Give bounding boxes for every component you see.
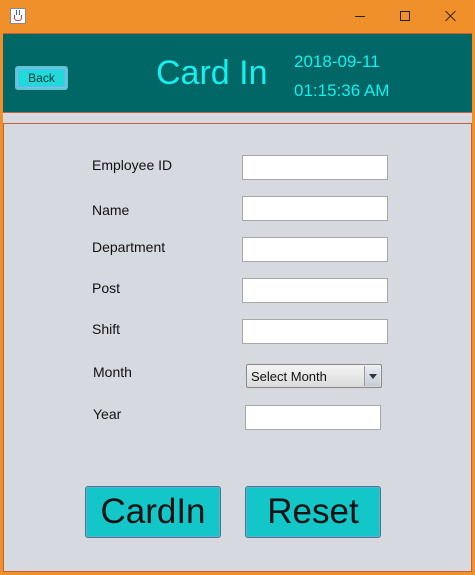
post-field[interactable] (242, 278, 388, 303)
minimize-button[interactable] (337, 0, 383, 32)
header-spacer (3, 113, 472, 123)
post-label: Post (92, 280, 121, 296)
year-field[interactable] (245, 405, 381, 430)
title-bar (0, 0, 475, 32)
month-select-value: Select Month (251, 369, 327, 384)
back-button[interactable]: Back (15, 66, 68, 90)
current-time: 01:15:36 AM (294, 81, 390, 100)
chevron-down-icon[interactable] (364, 366, 380, 386)
java-cup-icon (10, 8, 26, 24)
close-button[interactable] (428, 0, 474, 32)
name-label: Name (92, 202, 130, 218)
maximize-button[interactable] (382, 0, 428, 32)
shift-label: Shift (92, 321, 121, 337)
card-in-window: Back Card In 2018-09-11 01:15:36 AM Empl… (0, 0, 475, 575)
minimize-icon (355, 15, 365, 17)
page-title: Card In (156, 54, 268, 92)
month-select[interactable]: Select Month (246, 364, 382, 388)
current-date: 2018-09-11 (294, 52, 380, 71)
month-label: Month (93, 364, 132, 380)
shift-field[interactable] (242, 319, 388, 344)
department-field[interactable] (242, 237, 388, 262)
header-banner: Back Card In 2018-09-11 01:15:36 AM (3, 33, 472, 113)
name-field[interactable] (242, 196, 388, 221)
cardin-button[interactable]: CardIn (85, 486, 221, 538)
employee-id-label: Employee ID (92, 157, 173, 173)
card-in-form: Employee ID Name Department Post Shift M… (3, 123, 472, 572)
close-icon (445, 10, 457, 22)
year-label: Year (93, 406, 122, 422)
reset-button[interactable]: Reset (245, 486, 381, 538)
department-label: Department (92, 239, 166, 255)
employee-id-field[interactable] (242, 155, 388, 180)
maximize-icon (400, 11, 410, 21)
